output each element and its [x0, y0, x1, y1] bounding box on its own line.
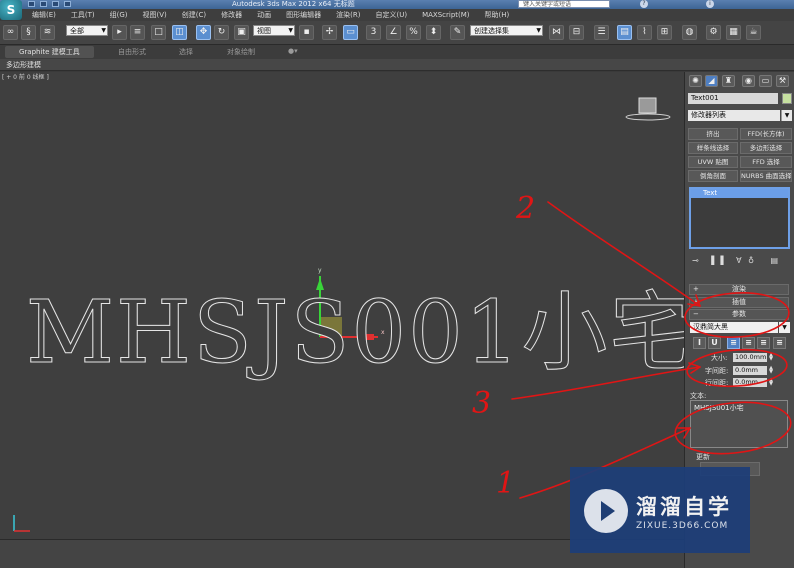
watermark: 溜溜自学 ZIXUE.3D66.COM: [570, 467, 750, 553]
annotation-number-1: 1: [496, 466, 515, 501]
annotation-number-3: 3: [472, 386, 491, 421]
annotation-strokes: [511, 201, 792, 499]
watermark-title: 溜溜自学: [636, 495, 732, 519]
annotation-number-2: 2: [515, 191, 535, 226]
watermark-url: ZIXUE.3D66.COM: [636, 521, 729, 531]
watermark-logo-icon: [584, 489, 628, 533]
